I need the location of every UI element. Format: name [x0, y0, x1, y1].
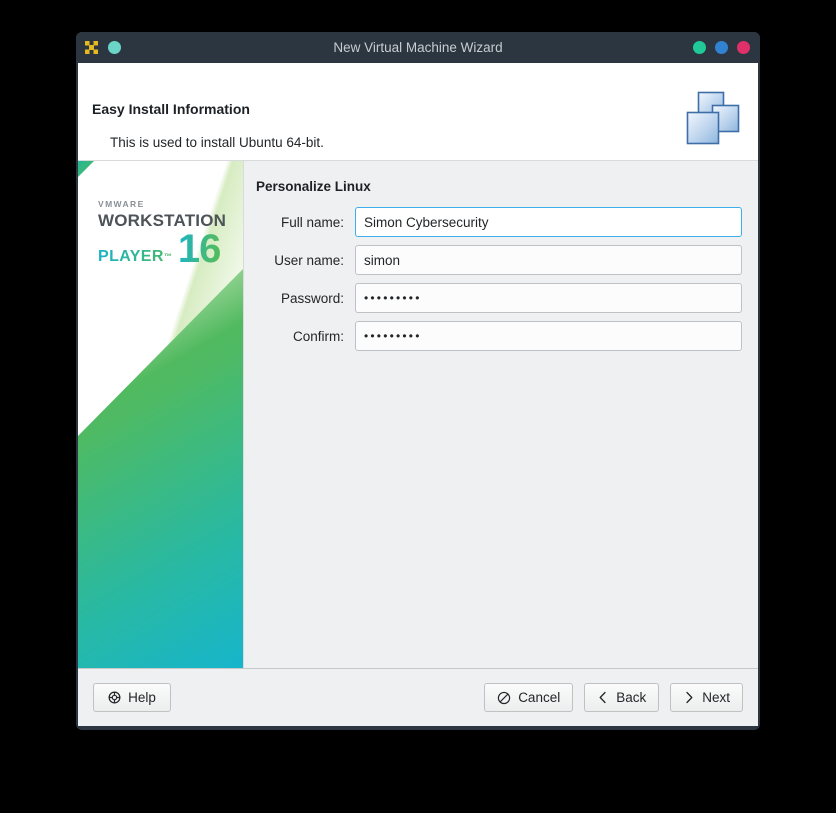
window-controls: [693, 41, 760, 54]
chevron-right-icon: [683, 691, 695, 704]
section-title: Personalize Linux: [256, 179, 371, 194]
stacked-squares-icon: [685, 91, 743, 147]
user-name-input[interactable]: [355, 245, 742, 275]
minimize-button[interactable]: [693, 41, 706, 54]
vmware-workstation-player-logo: VMWARE WORKSTATION PLAYER ™ 16: [98, 199, 228, 271]
titlebar-teal-dot[interactable]: [108, 41, 121, 54]
wizard-dialog: Easy Install Information This is used to…: [78, 63, 758, 726]
confirm-label: Confirm:: [292, 328, 344, 344]
help-button[interactable]: Help: [93, 683, 171, 712]
brand-vmware: VMWARE: [98, 199, 145, 209]
password-label: Password:: [280, 290, 344, 306]
brand-player: PLAYER: [98, 247, 164, 268]
window-title: New Virtual Machine Wizard: [333, 40, 503, 55]
confirm-input[interactable]: [355, 321, 742, 351]
password-input[interactable]: [355, 283, 742, 313]
titlebar-left-controls: [76, 40, 121, 55]
next-button-label: Next: [702, 690, 730, 705]
brand-edition-row: PLAYER ™ 16: [98, 226, 228, 271]
help-button-label: Help: [128, 690, 156, 705]
prohibition-icon: [497, 691, 511, 705]
chevron-left-icon: [597, 691, 609, 704]
field-row-password: Password:: [254, 283, 742, 313]
cancel-button[interactable]: Cancel: [484, 683, 574, 712]
cancel-button-label: Cancel: [518, 690, 561, 705]
field-row-confirm: Confirm:: [254, 321, 742, 351]
new-virtual-machine-wizard-window: New Virtual Machine Wizard Easy Install …: [76, 32, 760, 730]
page-title: Easy Install Information: [92, 101, 250, 117]
wizard-body: VMWARE WORKSTATION PLAYER ™ 16 Personali…: [78, 160, 758, 668]
user-name-label: User name:: [274, 252, 344, 268]
next-button[interactable]: Next: [670, 683, 743, 712]
full-name-label: Full name:: [280, 214, 344, 230]
back-button[interactable]: Back: [584, 683, 660, 712]
back-button-label: Back: [616, 690, 647, 705]
wizard-header: Easy Install Information This is used to…: [78, 63, 758, 160]
footer-actions: Cancel Back Next: [484, 683, 743, 712]
wizard-footer: Help Cancel Back Next: [78, 668, 758, 726]
branding-sidebar: VMWARE WORKSTATION PLAYER ™ 16: [78, 161, 244, 668]
lifebuoy-icon: [108, 691, 121, 704]
page-subtitle: This is used to install Ubuntu 64-bit.: [110, 135, 324, 150]
brand-version: 16: [177, 226, 221, 271]
vmware-app-icon: [84, 40, 99, 55]
full-name-input[interactable]: [355, 207, 742, 237]
window-titlebar: New Virtual Machine Wizard: [76, 32, 760, 63]
maximize-button[interactable]: [715, 41, 728, 54]
wizard-content-panel: Personalize Linux Full name: User name: …: [244, 161, 758, 668]
field-row-full-name: Full name:: [254, 207, 742, 237]
close-button[interactable]: [737, 41, 750, 54]
field-row-user-name: User name:: [254, 245, 742, 275]
brand-trademark: ™: [163, 252, 172, 262]
